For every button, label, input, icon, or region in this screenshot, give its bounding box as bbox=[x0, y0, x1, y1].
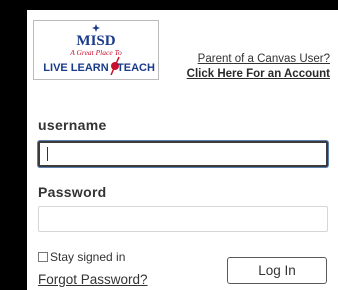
stay-signed-in[interactable]: Stay signed in bbox=[38, 250, 125, 264]
parent-link-line2[interactable]: Click Here For an Account bbox=[187, 67, 330, 82]
stay-signed-in-checkbox[interactable] bbox=[38, 252, 48, 262]
logo-top-text: MISD bbox=[76, 33, 115, 49]
password-input[interactable] bbox=[38, 206, 328, 232]
logo-bottom-right: TEACH bbox=[117, 62, 155, 74]
stay-signed-in-label: Stay signed in bbox=[50, 250, 126, 264]
parent-link-line1[interactable]: Parent of a Canvas User? bbox=[187, 52, 330, 67]
login-panel: MISD A Great Place To LIVE LEARN TEACH P… bbox=[27, 10, 338, 290]
login-button[interactable]: Log In bbox=[227, 257, 327, 284]
username-label: username bbox=[38, 117, 107, 133]
parent-account-link[interactable]: Parent of a Canvas User? Click Here For … bbox=[187, 52, 330, 82]
username-input[interactable] bbox=[38, 141, 328, 167]
text-caret bbox=[47, 147, 48, 161]
logo-tagline: A Great Place To bbox=[69, 48, 122, 57]
password-label: Password bbox=[38, 184, 107, 200]
misd-logo: MISD A Great Place To LIVE LEARN TEACH bbox=[33, 20, 159, 80]
logo-bottom-left: LIVE LEARN bbox=[43, 62, 108, 74]
forgot-password-link[interactable]: Forgot Password? bbox=[38, 272, 148, 287]
